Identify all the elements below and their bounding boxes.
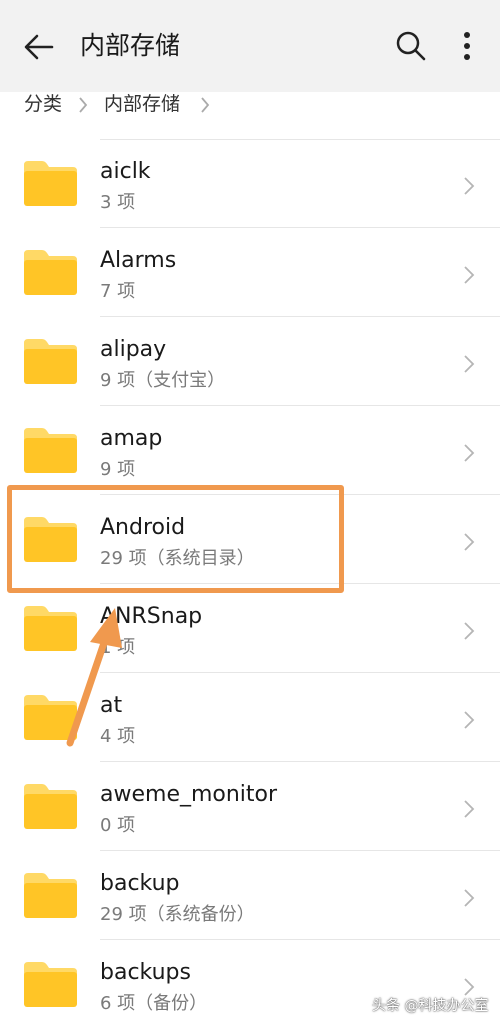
list-item[interactable]: Alarms 7 项 <box>0 229 500 317</box>
chevron-right-icon <box>201 97 210 113</box>
item-info: 29 项（系统目录） <box>100 548 255 569</box>
chevron-right-icon <box>79 97 88 113</box>
chevron-right-icon <box>464 266 475 284</box>
item-name: Android <box>100 515 186 540</box>
chevron-right-icon <box>464 711 475 729</box>
item-info: 9 项（支付宝） <box>100 370 226 391</box>
item-info: 4 项 <box>100 726 136 747</box>
list-item[interactable]: at 4 项 <box>0 674 500 762</box>
item-name: aiclk <box>100 159 151 184</box>
item-name: ANRSnap <box>100 604 203 629</box>
chevron-right-icon <box>464 622 475 640</box>
list-item[interactable]: amap 9 项 <box>0 407 500 495</box>
folder-icon <box>24 339 77 384</box>
search-icon[interactable] <box>395 30 427 62</box>
breadcrumb-item-category[interactable]: 分类 <box>24 92 62 116</box>
list-item[interactable]: aweme_monitor 0 项 <box>0 763 500 851</box>
folder-icon <box>24 428 77 473</box>
divider <box>100 494 500 495</box>
item-name: backups <box>100 960 191 985</box>
folder-icon <box>24 695 77 740</box>
chevron-right-icon <box>464 177 475 195</box>
divider <box>100 672 500 673</box>
list-item[interactable]: Android 29 项（系统目录） <box>0 496 500 584</box>
list-item[interactable]: alipay 9 项（支付宝） <box>0 318 500 406</box>
divider <box>100 583 500 584</box>
list-item[interactable]: backup 29 项（系统备份） <box>0 852 500 940</box>
divider <box>100 850 500 851</box>
folder-icon <box>24 873 77 918</box>
divider <box>100 316 500 317</box>
more-options-icon[interactable] <box>455 28 479 64</box>
watermark: 头条 @科技办公室 <box>372 998 489 1014</box>
list-item[interactable]: ANRSnap 1 项 <box>0 585 500 673</box>
item-name: backup <box>100 871 180 896</box>
list-item[interactable]: aiclk 3 项 <box>0 140 500 228</box>
folder-icon <box>24 161 77 206</box>
item-info: 1 项 <box>100 637 136 658</box>
breadcrumb-item-internal-storage[interactable]: 内部存储 <box>104 92 180 116</box>
folder-icon <box>24 784 77 829</box>
breadcrumb: 分类 内部存储 <box>0 92 500 140</box>
chevron-right-icon <box>464 978 475 996</box>
folder-icon <box>24 517 77 562</box>
item-info: 29 项（系统备份） <box>100 904 255 925</box>
chevron-right-icon <box>464 889 475 907</box>
item-name: aweme_monitor <box>100 782 278 807</box>
chevron-right-icon <box>464 444 475 462</box>
item-name: amap <box>100 426 163 451</box>
divider <box>100 227 500 228</box>
folder-icon <box>24 962 77 1007</box>
divider <box>100 405 500 406</box>
item-info: 9 项 <box>100 459 136 480</box>
folder-icon <box>24 250 77 295</box>
chevron-right-icon <box>464 800 475 818</box>
back-arrow-icon[interactable] <box>22 30 56 64</box>
divider <box>100 939 500 940</box>
app-header: 内部存储 <box>0 0 500 92</box>
item-info: 6 项（备份） <box>100 993 208 1014</box>
item-name: Alarms <box>100 248 177 273</box>
page-title: 内部存储 <box>80 31 181 60</box>
divider <box>100 761 500 762</box>
folder-icon <box>24 606 77 651</box>
chevron-right-icon <box>464 533 475 551</box>
item-info: 3 项 <box>100 192 136 213</box>
item-info: 7 项 <box>100 281 136 302</box>
item-name: alipay <box>100 337 167 362</box>
item-name: at <box>100 693 123 718</box>
chevron-right-icon <box>464 355 475 373</box>
item-info: 0 项 <box>100 815 136 836</box>
